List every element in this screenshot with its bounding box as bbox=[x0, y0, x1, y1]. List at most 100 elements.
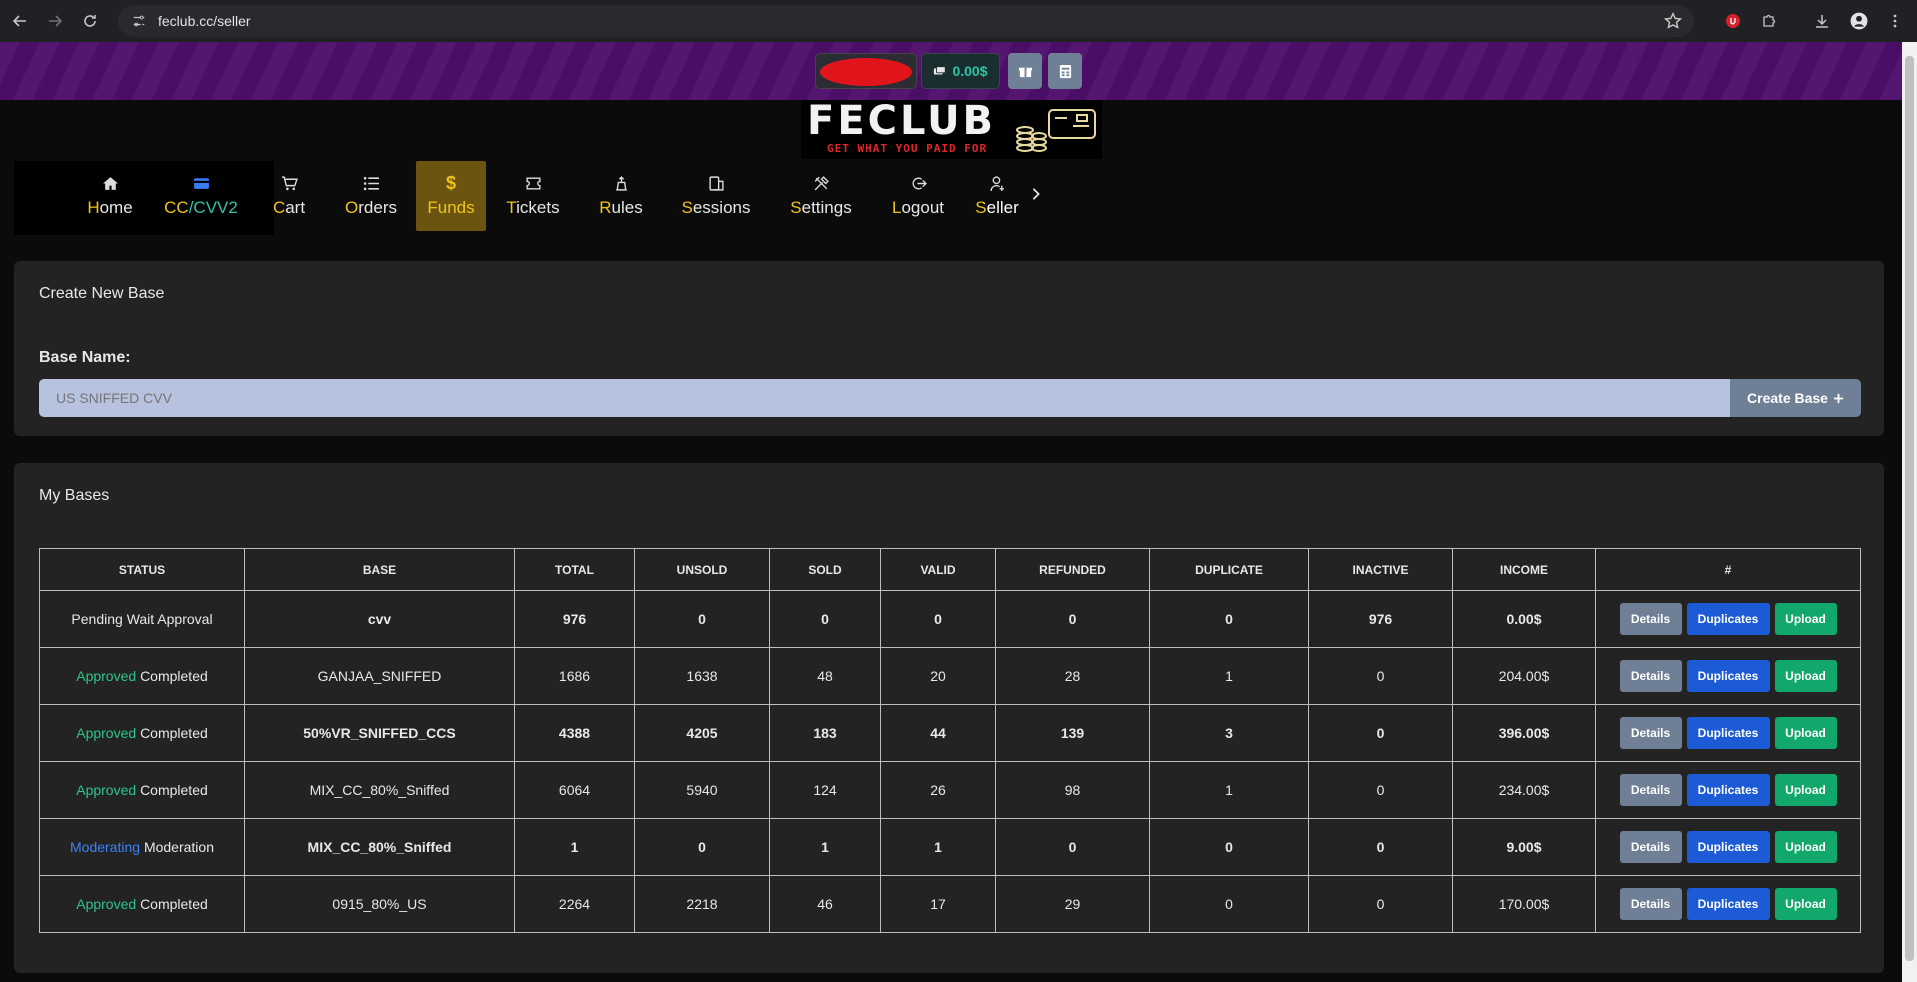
download-icon[interactable] bbox=[1811, 10, 1833, 32]
upload-button[interactable]: Upload bbox=[1774, 717, 1837, 749]
refunded-cell: 98 bbox=[995, 761, 1150, 819]
nav-cart[interactable]: Cart bbox=[266, 161, 312, 231]
forward-icon[interactable] bbox=[40, 6, 70, 36]
base-name-cell: GANJAA_SNIFFED bbox=[244, 647, 515, 705]
nav-tickets[interactable]: Tickets bbox=[502, 161, 564, 231]
table-row: Pending Wait Approval cvv 976 0 0 0 0 0 976 0.00$… bbox=[39, 590, 1861, 648]
create-base-button[interactable]: Create Base bbox=[1730, 379, 1861, 417]
upload-button[interactable]: Upload bbox=[1774, 831, 1837, 863]
reload-icon[interactable] bbox=[75, 6, 105, 36]
duplicates-button[interactable]: Duplicates bbox=[1686, 774, 1770, 806]
duplicates-button[interactable]: Duplicates bbox=[1686, 717, 1770, 749]
status-detail: Completed bbox=[140, 896, 208, 912]
list-icon bbox=[362, 174, 380, 192]
logo-tagline: GET WHAT YOU PAID FOR bbox=[827, 142, 988, 155]
my-bases-panel: My Bases STATUS BASE TOTAL UNSOLD SOLD V… bbox=[14, 463, 1884, 973]
gift-icon bbox=[1018, 67, 1032, 77]
account-bar: 0.00$ bbox=[0, 42, 1902, 100]
extension-red-icon[interactable] bbox=[1722, 10, 1744, 32]
coins-card-logo-icon bbox=[1016, 109, 1096, 152]
calculator-icon bbox=[1059, 64, 1071, 78]
status-badge: Pending bbox=[71, 611, 123, 627]
profile-icon[interactable] bbox=[1848, 10, 1870, 32]
nav-home[interactable]: Home bbox=[72, 161, 148, 231]
duplicates-button[interactable]: Duplicates bbox=[1686, 603, 1770, 635]
valid-cell: 44 bbox=[880, 704, 996, 762]
gift-button[interactable] bbox=[1008, 53, 1042, 89]
nav-logout[interactable]: Logout bbox=[890, 161, 946, 231]
upload-button[interactable]: Upload bbox=[1774, 660, 1837, 692]
tools-icon bbox=[812, 174, 830, 192]
sold-cell: 48 bbox=[769, 647, 881, 705]
unsold-cell: 5940 bbox=[634, 761, 770, 819]
nav-seller[interactable]: Seller bbox=[974, 161, 1020, 231]
site-logo[interactable]: FECLUB GET WHAT YOU PAID FOR bbox=[801, 100, 1102, 159]
extensions-puzzle-icon[interactable] bbox=[1758, 10, 1780, 32]
status-badge: Approved bbox=[76, 668, 137, 684]
menu-kebab-icon[interactable] bbox=[1884, 10, 1906, 32]
total-cell: 1 bbox=[514, 818, 635, 876]
address-bar[interactable]: feclub.cc/seller bbox=[118, 5, 1694, 37]
col-valid: VALID bbox=[880, 548, 996, 591]
nav-cc-cvv2[interactable]: CC/CVV2 bbox=[154, 161, 248, 231]
col-sold: SOLD bbox=[769, 548, 881, 591]
duplicates-button[interactable]: Duplicates bbox=[1686, 888, 1770, 920]
col-total: TOTAL bbox=[514, 548, 635, 591]
calculator-button[interactable] bbox=[1048, 53, 1082, 89]
bookmark-star-icon[interactable] bbox=[1664, 12, 1682, 30]
duplicate-cell: 0 bbox=[1149, 875, 1309, 933]
duplicates-button[interactable]: Duplicates bbox=[1686, 660, 1770, 692]
details-button[interactable]: Details bbox=[1619, 717, 1682, 749]
page-scrollbar[interactable] bbox=[1902, 42, 1917, 982]
details-button[interactable]: Details bbox=[1619, 603, 1682, 635]
unsold-cell: 2218 bbox=[634, 875, 770, 933]
refunded-cell: 28 bbox=[995, 647, 1150, 705]
details-button[interactable]: Details bbox=[1619, 660, 1682, 692]
nav-orders[interactable]: Orders bbox=[340, 161, 402, 231]
main-nav: Home CC/CVV2 Cart Orders $ Funds Tickets… bbox=[14, 161, 1044, 235]
seller-icon bbox=[988, 174, 1006, 192]
status-cell: Approved Completed bbox=[39, 647, 245, 705]
nav-rules[interactable]: Rules bbox=[598, 161, 644, 231]
upload-button[interactable]: Upload bbox=[1774, 774, 1837, 806]
table-row: Moderating Moderation MIX_CC_80%_Sniffed 1… bbox=[39, 818, 1861, 876]
inactive-cell: 0 bbox=[1308, 875, 1453, 933]
actions-cell: Details Duplicates Upload bbox=[1595, 647, 1861, 705]
status-detail: Completed bbox=[140, 725, 208, 741]
nav-sessions[interactable]: Sessions bbox=[680, 161, 752, 231]
total-cell: 2264 bbox=[514, 875, 635, 933]
duplicates-button[interactable]: Duplicates bbox=[1686, 831, 1770, 863]
status-detail: Wait Approval bbox=[126, 611, 213, 627]
site-info-icon[interactable] bbox=[128, 10, 150, 32]
unsold-cell: 0 bbox=[634, 590, 770, 648]
details-button[interactable]: Details bbox=[1619, 888, 1682, 920]
scroll-thumb[interactable] bbox=[1905, 56, 1914, 961]
inactive-cell: 976 bbox=[1308, 590, 1453, 648]
status-badge: Approved bbox=[76, 896, 137, 912]
details-button[interactable]: Details bbox=[1619, 774, 1682, 806]
base-name-cell: MIX_CC_80%_Sniffed bbox=[244, 818, 515, 876]
chevron-right-icon[interactable] bbox=[1029, 187, 1043, 201]
base-name-input[interactable] bbox=[39, 379, 1730, 417]
inactive-cell: 0 bbox=[1308, 761, 1453, 819]
refunded-cell: 139 bbox=[995, 704, 1150, 762]
balance-pill[interactable]: 0.00$ bbox=[921, 53, 1000, 89]
actions-cell: Details Duplicates Upload bbox=[1595, 875, 1861, 933]
nav-settings[interactable]: Settings bbox=[788, 161, 854, 231]
back-icon[interactable] bbox=[5, 6, 35, 36]
upload-button[interactable]: Upload bbox=[1774, 603, 1837, 635]
home-icon bbox=[101, 174, 119, 192]
bases-table: STATUS BASE TOTAL UNSOLD SOLD VALID REFU… bbox=[39, 548, 1861, 933]
status-cell: Approved Completed bbox=[39, 761, 245, 819]
status-cell: Moderating Moderation bbox=[39, 818, 245, 876]
total-cell: 6064 bbox=[514, 761, 635, 819]
upload-button[interactable]: Upload bbox=[1774, 888, 1837, 920]
status-badge: Approved bbox=[76, 782, 137, 798]
nav-funds[interactable]: $ Funds bbox=[416, 161, 486, 231]
username-pill[interactable] bbox=[815, 53, 917, 89]
logo-title: FECLUB bbox=[807, 98, 997, 144]
status-badge: Moderating bbox=[70, 839, 141, 855]
details-button[interactable]: Details bbox=[1619, 831, 1682, 863]
refunded-cell: 0 bbox=[995, 590, 1150, 648]
inactive-cell: 0 bbox=[1308, 704, 1453, 762]
